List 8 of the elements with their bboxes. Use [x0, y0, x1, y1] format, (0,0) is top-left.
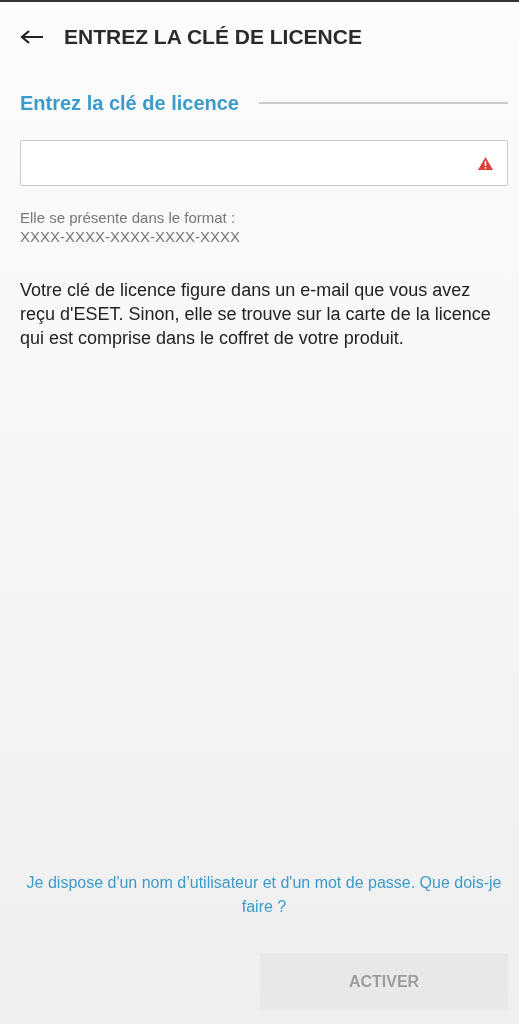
hint-text: XXXX-XXXX-XXXX-XXXX-XXXX	[20, 227, 242, 246]
description-text: Votre clé de licence figure dans un e-mail que vous avez reçu d'ESET. Sinon, elle se trouve sur la carte de la licence qui est comprise dans le coffret de votre produit.	[20, 279, 492, 350]
license-key-field[interactable]	[20, 140, 508, 186]
section-title: Entrez la clé de licence	[20, 91, 239, 116]
back-button[interactable]	[20, 29, 44, 45]
page-title: ENTREZ LA CLÉ DE LICENCE	[64, 24, 362, 51]
credentials-link[interactable]: Je dispose d'un nom d’utilisateur et d'un mot de passe. Que dois-je faire ?	[20, 871, 508, 919]
hint-text: Elle se présente dans le format :	[20, 208, 237, 227]
